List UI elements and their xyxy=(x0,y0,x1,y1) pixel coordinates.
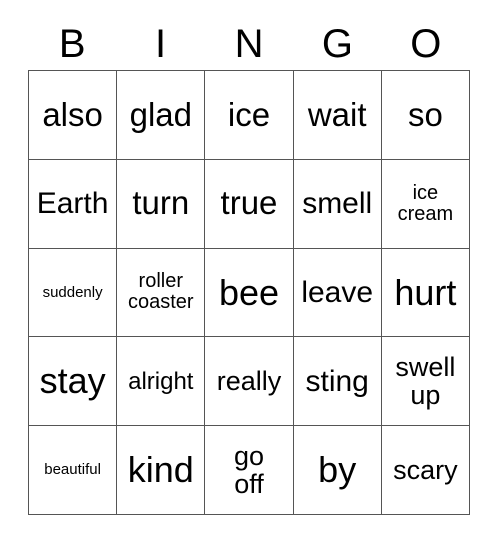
bingo-cell-label: leave xyxy=(301,275,374,309)
bingo-cell-label: also xyxy=(42,95,103,133)
header-letter-i: I xyxy=(155,22,167,66)
header-letter-o: O xyxy=(410,22,442,66)
bingo-cell[interactable]: turn xyxy=(117,159,206,249)
bingo-cell-label: suddenly xyxy=(42,283,103,301)
bingo-cell-label: bee xyxy=(218,271,280,313)
bingo-cell-label: scary xyxy=(393,454,458,485)
bingo-cell[interactable]: wait xyxy=(293,71,382,160)
bingo-cell-label: Earth xyxy=(36,186,109,220)
bingo-cell-label: by xyxy=(318,449,357,491)
bingo-cell[interactable]: swell up xyxy=(381,337,470,427)
bingo-cell-label: so xyxy=(407,95,443,133)
bingo-cell[interactable]: also xyxy=(29,71,118,160)
bingo-cell-label: hurt xyxy=(394,271,457,313)
bingo-cell[interactable]: stay xyxy=(29,337,118,427)
bingo-cell[interactable]: go off xyxy=(205,426,294,515)
bingo-cell[interactable]: suddenly xyxy=(29,248,118,338)
bingo-cell-label: smell xyxy=(302,186,373,220)
bingo-cell-label: true xyxy=(220,184,278,222)
bingo-grid: also glad ice wait so Earth turn true sm… xyxy=(28,70,470,515)
bingo-cell-label: ice xyxy=(227,95,271,133)
bingo-cell[interactable]: ice cream xyxy=(381,159,470,249)
bingo-cell[interactable]: leave xyxy=(293,248,382,338)
bingo-cell[interactable]: smell xyxy=(293,159,382,249)
bingo-cell[interactable]: glad xyxy=(117,71,206,160)
bingo-cell-label: alright xyxy=(128,367,194,395)
bingo-cell[interactable]: kind xyxy=(117,426,206,515)
bingo-cell[interactable]: alright xyxy=(117,337,206,427)
bingo-cell-label: go off xyxy=(233,440,265,500)
bingo-cell[interactable]: Earth xyxy=(29,159,118,249)
bingo-cell[interactable]: by xyxy=(293,426,382,515)
header-letter-b: B xyxy=(58,22,86,66)
bingo-cell-label: turn xyxy=(132,184,190,222)
bingo-cell-label: glad xyxy=(129,95,192,133)
bingo-card: B I N G O also glad ice wait so Earth tu… xyxy=(0,0,500,544)
bingo-cell-label: beautiful xyxy=(44,461,101,479)
bingo-cell[interactable]: scary xyxy=(381,426,470,515)
bingo-cell-label: really xyxy=(216,366,282,397)
bingo-cell-label: wait xyxy=(307,95,367,133)
bingo-cell[interactable]: roller coaster xyxy=(117,248,206,338)
header-letter-n: N xyxy=(234,22,264,66)
bingo-header: B I N G O xyxy=(28,18,470,70)
bingo-cell-label: sting xyxy=(305,364,369,398)
bingo-cell[interactable]: really xyxy=(205,337,294,427)
bingo-cell-label: ice cream xyxy=(397,181,454,225)
bingo-cell[interactable]: beautiful xyxy=(29,426,118,515)
bingo-cell[interactable]: sting xyxy=(293,337,382,427)
bingo-cell[interactable]: true xyxy=(205,159,294,249)
bingo-cell-label: kind xyxy=(127,449,194,491)
bingo-cell-label: swell up xyxy=(395,351,456,411)
bingo-cell[interactable]: so xyxy=(381,71,470,160)
bingo-cell[interactable]: hurt xyxy=(381,248,470,338)
bingo-cell[interactable]: ice xyxy=(205,71,294,160)
bingo-cell-label: roller coaster xyxy=(127,270,194,314)
header-letter-g: G xyxy=(321,22,353,66)
bingo-cell-label: stay xyxy=(39,360,106,402)
bingo-cell[interactable]: bee xyxy=(205,248,294,338)
